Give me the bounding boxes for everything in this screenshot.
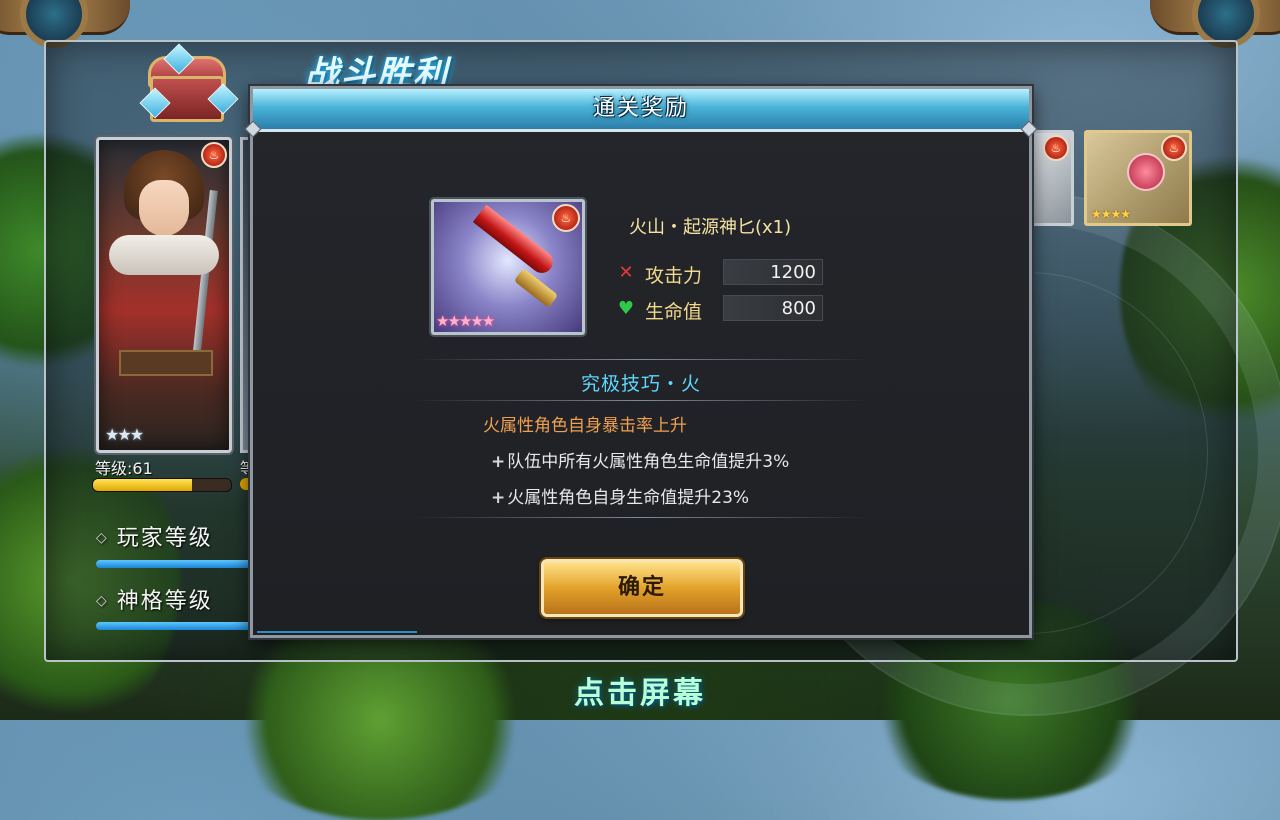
- treasure-chest-icon: [139, 43, 239, 122]
- fire-icon: ♨: [1043, 135, 1069, 161]
- skill-effect-text: 火属性角色自身生命值提升23%: [507, 488, 750, 508]
- hp-stat: ♥ 生命值 800: [615, 295, 823, 323]
- reward-item-icon[interactable]: ♨ ★★★★★: [431, 199, 585, 335]
- hero-level-label: 等级:61: [95, 459, 153, 478]
- player-level-label: 玩家等级: [116, 526, 213, 551]
- attack-label: 攻击力: [645, 265, 703, 287]
- plus-icon: +: [491, 488, 506, 508]
- plus-icon: +: [491, 452, 506, 472]
- skill-description: 火属性角色自身暴击率上升: [483, 416, 687, 436]
- god-level-label: 神格等级: [116, 589, 213, 614]
- dagger-hilt: [513, 268, 559, 308]
- rose-icon: [1127, 153, 1165, 191]
- fire-icon: ♨: [1161, 135, 1187, 161]
- dialog-title: 通关奖励: [592, 96, 689, 121]
- skill-effect: + 队伍中所有火属性角色生命值提升3%: [491, 447, 789, 472]
- diamond-icon: ◇: [96, 593, 109, 609]
- skill-effect-text: 队伍中所有火属性角色生命值提升3%: [507, 452, 790, 472]
- hero-star-rating: ★★★: [105, 425, 144, 444]
- hero-card[interactable]: ♨ ★★★: [96, 137, 232, 453]
- diamond-icon: ◇: [96, 530, 109, 546]
- divider: [413, 517, 869, 518]
- attack-stat: ✕ 攻击力 1200: [615, 259, 823, 287]
- hero-collar: [109, 235, 219, 275]
- divider: [413, 359, 869, 360]
- heart-icon: ♥: [617, 298, 635, 319]
- hp-label: 生命值: [645, 301, 703, 323]
- hero-belt: [119, 350, 213, 376]
- god-level-bar: [96, 622, 256, 630]
- reward-item-name: 火山・起源神匕(x1): [629, 217, 792, 238]
- player-level-bar: [96, 560, 256, 568]
- crossed-swords-icon: ✕: [618, 262, 634, 283]
- fire-icon: ♨: [201, 142, 227, 168]
- hp-value: 800: [723, 295, 823, 321]
- dialog-bottom-accent: [257, 631, 417, 633]
- tap-screen-hint[interactable]: 点击屏幕: [0, 668, 1280, 712]
- clear-reward-dialog: 通关奖励 ♨ ★★★★★ 火山・起源神匕(x1) ✕ 攻击力 1200 ♥ 生命…: [244, 86, 1038, 638]
- divider: [413, 400, 869, 401]
- hero-xp-fill: [93, 479, 193, 491]
- confirm-button[interactable]: 确定: [541, 559, 743, 617]
- god-level-row: ◇ 神格等级: [96, 583, 213, 615]
- item-star-rating: ★★★★: [1091, 207, 1131, 221]
- fire-icon: ♨: [552, 204, 580, 232]
- item-star-rating: ★★★★★: [436, 312, 495, 330]
- player-level-row: ◇ 玩家等级: [96, 520, 213, 552]
- reward-item-card[interactable]: ♨ ★★★★: [1084, 130, 1192, 226]
- skill-title: 究极技巧・火: [580, 373, 701, 395]
- hero-xp-bar: [92, 478, 232, 492]
- skill-effect: + 火属性角色自身生命值提升23%: [491, 483, 749, 508]
- dagger-icon: [472, 204, 558, 278]
- attack-value: 1200: [723, 259, 823, 285]
- hero-portrait: [139, 180, 189, 236]
